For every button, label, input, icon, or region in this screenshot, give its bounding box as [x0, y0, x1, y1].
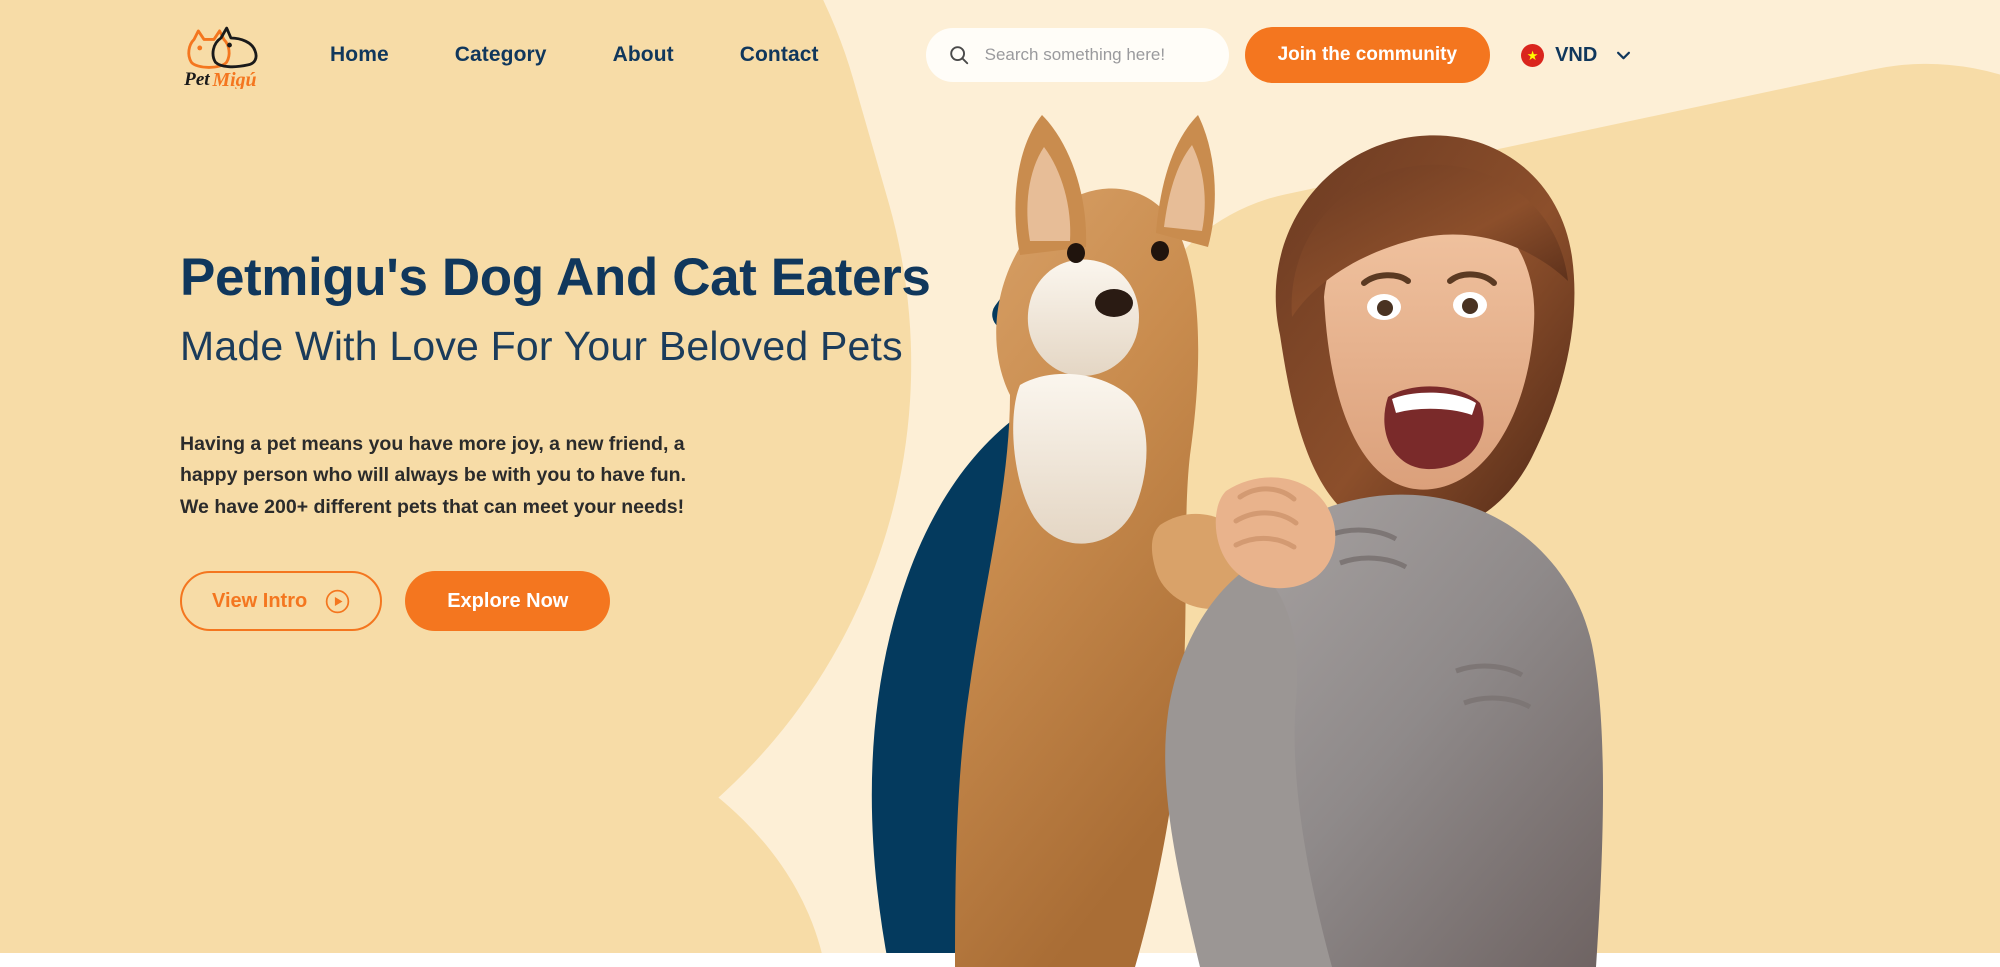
- explore-now-button[interactable]: Explore Now: [405, 571, 611, 632]
- chevron-down-icon[interactable]: [1616, 51, 1631, 60]
- background-tan-bottomleft: [0, 621, 869, 967]
- search-box[interactable]: [925, 28, 1229, 82]
- hero-page: Pet Migú Home Category About Contact Joi…: [0, 0, 2000, 967]
- main-navigation: Home Category About Contact: [330, 43, 819, 67]
- hero-description: Having a pet means you have more joy, a …: [180, 432, 686, 519]
- hero-title: Petmigu's Dog And Cat Eaters: [180, 248, 931, 307]
- hero-subtitle: Made With Love For Your Beloved Pets: [180, 323, 903, 370]
- nav-link-contact[interactable]: Contact: [740, 43, 819, 67]
- brand-logo[interactable]: Pet Migú: [178, 21, 264, 89]
- search-icon: [948, 44, 970, 66]
- flag-star-glyph: ★: [1526, 47, 1539, 63]
- svg-text:Pet: Pet: [183, 69, 210, 89]
- currency-selector[interactable]: ★ VND: [1521, 43, 1631, 67]
- svg-text:Migú: Migú: [212, 69, 257, 89]
- hero-cta-row: View Intro Explore Now: [180, 571, 1060, 632]
- vietnam-flag-icon: ★: [1521, 43, 1545, 67]
- join-community-button[interactable]: Join the community: [1244, 27, 1491, 83]
- nav-link-about[interactable]: About: [613, 43, 674, 67]
- nav-link-category[interactable]: Category: [455, 43, 547, 67]
- play-circle-icon: [325, 589, 350, 614]
- search-input[interactable]: [984, 45, 1211, 65]
- currency-code: VND: [1555, 43, 1598, 66]
- hero-section: Petmigu's Dog And Cat Eaters Made With L…: [180, 248, 1060, 632]
- view-intro-button[interactable]: View Intro: [180, 571, 383, 632]
- nav-link-home[interactable]: Home: [330, 43, 389, 67]
- site-header: Pet Migú Home Category About Contact Joi…: [0, 0, 2000, 110]
- view-intro-label: View Intro: [212, 589, 308, 612]
